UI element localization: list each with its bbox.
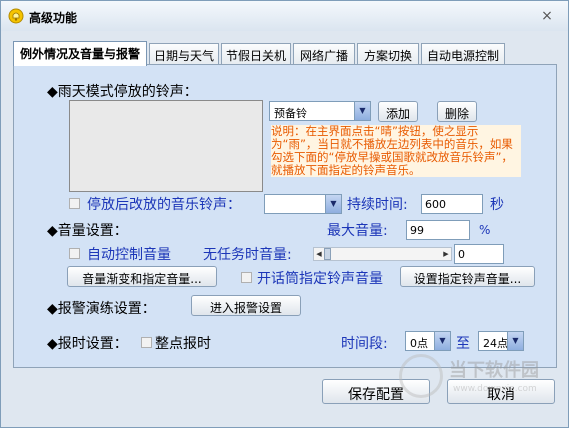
- watermark-title: 当下软件园: [449, 360, 539, 381]
- add-button[interactable]: 添加: [378, 101, 418, 122]
- close-button[interactable]: ×: [539, 8, 555, 24]
- max-volume-input[interactable]: 99: [406, 220, 470, 240]
- tab-network-broadcast[interactable]: 网络广播: [293, 43, 355, 65]
- max-volume-label: 最大音量:: [327, 223, 388, 239]
- enter-alarm-settings-button[interactable]: 进入报警设置: [191, 295, 301, 316]
- slider-thumb[interactable]: [324, 248, 331, 260]
- idle-volume-slider[interactable]: ◀ ▶: [313, 247, 452, 261]
- auto-volume-label: 自动控制音量: [87, 247, 171, 263]
- period-to-select[interactable]: 24点 ▼: [478, 331, 524, 351]
- duration-label: 持续时间:: [347, 197, 408, 213]
- set-ringtone-volume-button[interactable]: 设置指定铃声音量...: [400, 266, 535, 287]
- period-from-value: 0点: [410, 337, 428, 350]
- alt-music-checkbox[interactable]: [69, 198, 80, 209]
- chevron-down-icon: ▼: [354, 102, 370, 120]
- chevron-down-icon: ▼: [325, 195, 341, 213]
- mic-volume-label: 开话筒指定铃声音量: [257, 271, 383, 287]
- alt-music-label: 停放后改放的音乐铃声：: [87, 197, 241, 213]
- duration-unit: 秒: [490, 197, 504, 213]
- watermark-logo-icon: [399, 354, 443, 398]
- idle-volume-value[interactable]: 0: [454, 244, 504, 264]
- duration-input[interactable]: 600: [421, 194, 483, 214]
- watermark-url: www.downxia.com: [453, 384, 537, 394]
- period-to-value: 24点: [483, 337, 508, 350]
- period-from-select[interactable]: 0点 ▼: [405, 331, 451, 351]
- preset-ringtone-select[interactable]: 预备铃 ▼: [269, 101, 371, 121]
- slider-right-arrow-icon[interactable]: ▶: [441, 248, 451, 260]
- chevron-down-icon: ▼: [507, 332, 523, 350]
- volume-fade-button[interactable]: 音量渐变和指定音量...: [67, 266, 217, 287]
- chevron-down-icon: ▼: [434, 332, 450, 350]
- alt-music-select[interactable]: ▼: [264, 194, 342, 214]
- app-bell-icon: [8, 8, 24, 24]
- slider-left-arrow-icon[interactable]: ◀: [314, 248, 324, 260]
- watermark: 当下软件园 www.downxia.com: [399, 354, 561, 404]
- tab-exceptions-volume-alarm[interactable]: 例外情况及音量与报警: [13, 41, 147, 66]
- percent-sign: %: [479, 223, 491, 237]
- rain-ringtone-list[interactable]: [69, 100, 263, 192]
- title-bar: 高级功能 ×: [1, 1, 568, 31]
- hourly-chime-checkbox[interactable]: [141, 337, 152, 348]
- window-title: 高级功能: [29, 11, 78, 25]
- rain-mode-note: 说明：在主界面点击“晴”按钮，使之显示为“雨”，当日就不播放左边列表中的音乐，如…: [271, 125, 521, 177]
- delete-button[interactable]: 删除: [437, 101, 477, 122]
- period-label: 时间段:: [341, 336, 388, 352]
- advanced-settings-dialog: 高级功能 × 例外情况及音量与报警 日期与天气 节假日关机 网络广播 方案切换 …: [0, 0, 569, 428]
- chime-heading: ◆报时设置：: [47, 336, 128, 352]
- alarm-heading: ◆报警演练设置：: [47, 301, 156, 317]
- preset-ringtone-value: 预备铃: [274, 107, 307, 120]
- tab-date-weather[interactable]: 日期与天气: [149, 43, 219, 65]
- rain-mode-heading: ◆雨天模式停放的铃声：: [47, 84, 198, 100]
- idle-volume-label: 无任务时音量:: [203, 247, 292, 263]
- hourly-chime-label: 整点报时: [155, 336, 211, 352]
- tab-holiday-shutdown[interactable]: 节假日关机: [221, 43, 291, 65]
- tab-auto-power[interactable]: 自动电源控制: [421, 43, 505, 65]
- tab-scheme-switch[interactable]: 方案切换: [357, 43, 419, 65]
- auto-volume-checkbox[interactable]: [69, 248, 80, 259]
- volume-heading: ◆音量设置：: [47, 223, 128, 239]
- mic-volume-checkbox[interactable]: [241, 272, 252, 283]
- period-to-label: 至: [456, 336, 470, 352]
